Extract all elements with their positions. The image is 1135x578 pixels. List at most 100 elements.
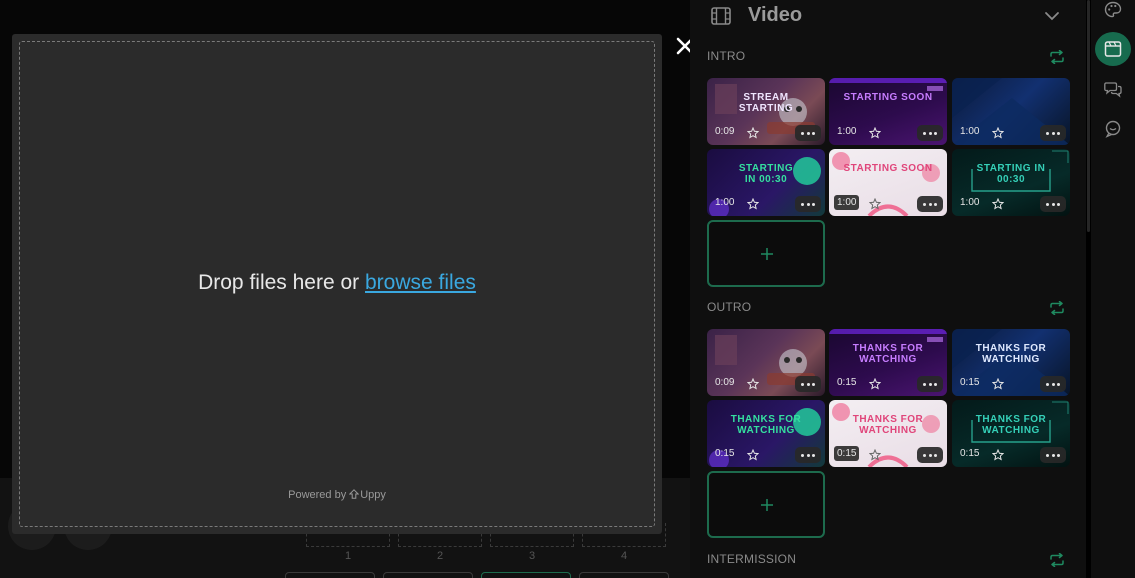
- thumbnail-duration: 0:15: [960, 448, 980, 459]
- chevron-down-icon[interactable]: [1044, 10, 1060, 22]
- sidebar-item-theme[interactable]: [1095, 0, 1131, 27]
- panel-title: Video: [748, 4, 803, 26]
- palette-icon: [1104, 1, 1122, 18]
- video-thumbnail[interactable]: THANKS FOR WATCHING 0:15: [829, 329, 947, 396]
- star-icon[interactable]: [992, 127, 1004, 139]
- upload-modal: Drop files here or browse files Powered …: [12, 34, 662, 534]
- star-icon[interactable]: [747, 449, 759, 461]
- add-video-button[interactable]: [707, 220, 825, 287]
- thumbnail-duration: 0:15: [960, 377, 980, 388]
- star-icon[interactable]: [992, 198, 1004, 210]
- section-label-intro: INTRO: [707, 49, 746, 63]
- app-root: 1 2 3 4 Drop files here or browse files Pow…: [0, 0, 1135, 578]
- right-sidebar: [1091, 0, 1135, 578]
- video-thumbnail[interactable]: 0:09: [707, 329, 825, 396]
- more-icon[interactable]: [917, 447, 943, 463]
- loop-icon[interactable]: [1048, 553, 1066, 567]
- video-icon: [1104, 41, 1122, 57]
- sidebar-item-chat[interactable]: [1095, 72, 1131, 106]
- thumbnail-caption: THANKS FOR WATCHING: [975, 343, 1047, 365]
- chat-bubble-icon: [1105, 120, 1121, 138]
- more-icon[interactable]: [1040, 447, 1066, 463]
- star-icon[interactable]: [747, 378, 759, 390]
- layout-slot-number: 3: [528, 550, 536, 562]
- thumbnail-caption: THANKS FOR WATCHING: [975, 414, 1047, 436]
- more-icon[interactable]: [1040, 196, 1066, 212]
- layout-slot-number: 2: [436, 550, 444, 562]
- thumbnail-caption: THANKS FOR WATCHING: [730, 414, 802, 436]
- video-thumbnail[interactable]: 1:00: [952, 78, 1070, 145]
- star-icon[interactable]: [869, 127, 881, 139]
- panel-header: Video: [690, 0, 1086, 34]
- thumbnail-duration: 1:00: [834, 195, 860, 210]
- more-icon[interactable]: [1040, 376, 1066, 392]
- star-icon[interactable]: [992, 449, 1004, 461]
- thumbnail-duration: 0:09: [715, 377, 735, 388]
- more-icon[interactable]: [795, 196, 821, 212]
- sidebar-item-comments[interactable]: [1095, 112, 1131, 146]
- more-icon[interactable]: [795, 447, 821, 463]
- video-thumbnail[interactable]: STREAM STARTING 0:09: [707, 78, 825, 145]
- chat-icon: [1104, 82, 1122, 98]
- thumbnail-caption: STARTING SOON: [843, 92, 933, 103]
- star-icon[interactable]: [992, 378, 1004, 390]
- thumbnail-duration: 1:00: [715, 197, 735, 208]
- thumbnail-duration: 1:00: [960, 126, 980, 137]
- loop-icon[interactable]: [1048, 50, 1066, 64]
- sidebar-item-video[interactable]: [1095, 32, 1131, 66]
- star-icon[interactable]: [869, 449, 881, 461]
- more-icon[interactable]: [917, 196, 943, 212]
- video-thumbnail[interactable]: THANKS FOR WATCHING 0:15: [952, 329, 1070, 396]
- drop-instruction: Drop files here or: [198, 271, 365, 294]
- video-thumbnail[interactable]: THANKS FOR WATCHING 0:15: [707, 400, 825, 467]
- more-icon[interactable]: [917, 376, 943, 392]
- more-icon[interactable]: [795, 376, 821, 392]
- film-icon: [711, 7, 731, 25]
- thumbnail-caption: THANKS FOR WATCHING: [852, 343, 924, 365]
- video-panel: Video INTRO STREAM STARTING 0:09 STARTING S…: [690, 0, 1090, 578]
- uppy-logo-icon: [349, 489, 360, 499]
- star-icon[interactable]: [869, 198, 881, 210]
- editor-bottom-button[interactable]: [481, 572, 571, 578]
- section-label-intermission: INTERMISSION: [707, 552, 797, 566]
- video-thumbnail[interactable]: STARTING SOON 1:00: [829, 149, 947, 216]
- thumbnail-caption: THANKS FOR WATCHING: [852, 414, 924, 436]
- thumbnail-duration: 1:00: [837, 126, 857, 137]
- video-thumbnail[interactable]: THANKS FOR WATCHING 0:15: [829, 400, 947, 467]
- star-icon[interactable]: [747, 198, 759, 210]
- plus-icon: [761, 248, 773, 260]
- thumbnail-caption: STARTING SOON: [843, 163, 933, 174]
- thumbnail-duration: 0:15: [834, 446, 860, 461]
- layout-slot-number: 1: [344, 550, 352, 562]
- browse-files-link[interactable]: browse files: [365, 271, 476, 294]
- plus-icon: [761, 499, 773, 511]
- star-icon[interactable]: [747, 127, 759, 139]
- editor-bottom-button[interactable]: [383, 572, 473, 578]
- drop-zone[interactable]: Drop files here or browse files Powered …: [19, 41, 655, 527]
- powered-by: Powered by Uppy: [20, 489, 654, 501]
- loop-icon[interactable]: [1048, 301, 1066, 315]
- uppy-brand: Uppy: [360, 489, 386, 501]
- layout-slot-number: 4: [620, 550, 628, 562]
- video-thumbnail[interactable]: THANKS FOR WATCHING 0:15: [952, 400, 1070, 467]
- editor-bottom-button[interactable]: [285, 572, 375, 578]
- thumbnail-caption: STARTING IN 00:30: [738, 163, 794, 185]
- section-label-outro: OUTRO: [707, 300, 752, 314]
- thumbnail-duration: 0:15: [837, 377, 857, 388]
- panel-scrollbar[interactable]: [1087, 0, 1090, 232]
- video-thumbnail[interactable]: STARTING IN 00:30 1:00: [707, 149, 825, 216]
- video-thumbnail[interactable]: STARTING SOON 1:00: [829, 78, 947, 145]
- thumbnail-duration: 0:09: [715, 126, 735, 137]
- more-icon[interactable]: [1040, 125, 1066, 141]
- add-video-button[interactable]: [707, 471, 825, 538]
- video-thumbnail[interactable]: STARTING IN 00:30 1:00: [952, 149, 1070, 216]
- more-icon[interactable]: [795, 125, 821, 141]
- drop-text: Drop files here or browse files: [20, 271, 654, 295]
- powered-by-label: Powered by: [288, 489, 347, 501]
- more-icon[interactable]: [917, 125, 943, 141]
- thumbnail-duration: 1:00: [960, 197, 980, 208]
- thumbnail-duration: 0:15: [715, 448, 735, 459]
- thumbnail-caption: STREAM STARTING: [738, 92, 794, 114]
- star-icon[interactable]: [869, 378, 881, 390]
- editor-bottom-button[interactable]: [579, 572, 669, 578]
